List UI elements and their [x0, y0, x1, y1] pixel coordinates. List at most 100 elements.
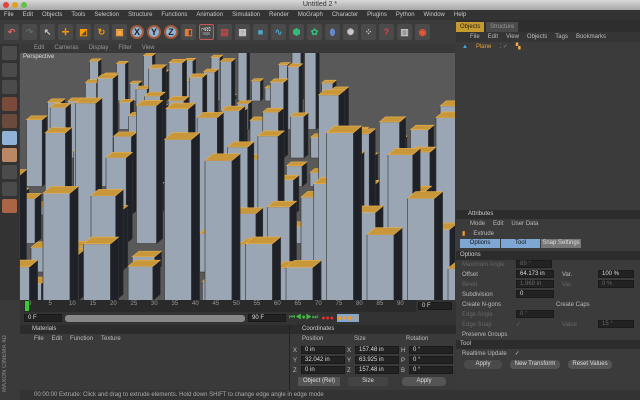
nurbs-icon[interactable]: ⬢: [289, 24, 304, 40]
model-mode-icon[interactable]: [2, 63, 17, 77]
objects-menu-bookmarks[interactable]: Bookmarks: [576, 32, 606, 42]
close-button[interactable]: [3, 2, 9, 8]
timeline[interactable]: 0 5 10 15 20 25 30 35 40 45 50 55 60 65 70 75 80 85 90 0 F…: [20, 300, 456, 325]
viewport-menu-edit[interactable]: Edit: [34, 44, 44, 53]
tab-tool[interactable]: Tool: [501, 239, 540, 248]
menu-objects[interactable]: Objects: [42, 10, 62, 20]
size-field[interactable]: 63.925 in: [355, 356, 399, 364]
position-field[interactable]: 0 in: [301, 366, 345, 374]
playback-controls[interactable]: ⏮◀●▶⏭: [289, 314, 318, 322]
object-icon[interactable]: ▣: [112, 24, 127, 40]
polygons-mode-icon[interactable]: [2, 131, 17, 145]
preserve-groups-checkbox[interactable]: Preserve Groups: [462, 330, 507, 340]
tweak-icon[interactable]: [2, 165, 17, 179]
menu-window[interactable]: Window: [424, 10, 445, 20]
scale-tool-icon[interactable]: ◩: [76, 24, 91, 40]
attributes-menu-user-data[interactable]: User Data: [511, 219, 538, 229]
menu-help[interactable]: Help: [454, 10, 466, 20]
menu-animation[interactable]: Animation: [196, 10, 223, 20]
zoom-button[interactable]: [21, 2, 27, 8]
offset-field[interactable]: 64.173 in: [516, 270, 554, 278]
materials-menu-edit[interactable]: Edit: [52, 334, 62, 344]
move-tool-icon[interactable]: ✛: [58, 24, 73, 40]
start-frame-field[interactable]: 0 F: [24, 314, 62, 322]
attributes-menu-edit[interactable]: Edit: [493, 219, 503, 229]
minimize-button[interactable]: [12, 2, 18, 8]
new-transform-button[interactable]: New Transform: [510, 360, 560, 369]
key-mode-icons[interactable]: ◆■◉◎: [337, 314, 359, 322]
edges-mode-icon[interactable]: [2, 114, 17, 128]
viewport-perspective[interactable]: Perspective: [20, 53, 455, 300]
snap-icon[interactable]: [2, 182, 17, 196]
objects-menu-tags[interactable]: Tags: [555, 32, 568, 42]
objects-menu-file[interactable]: File: [470, 32, 480, 42]
tag-icon[interactable]: ▚: [516, 42, 521, 52]
z-axis-toggle[interactable]: Z: [164, 25, 178, 39]
materials-menu-texture[interactable]: Texture: [101, 334, 121, 344]
create-caps-checkbox[interactable]: Create Caps: [556, 300, 590, 310]
record-keys-icon[interactable]: ●●●: [321, 315, 334, 322]
viewport-menu-display[interactable]: Display: [89, 44, 109, 53]
select-tool-icon[interactable]: ↖: [40, 24, 55, 40]
y-axis-toggle[interactable]: Y: [147, 25, 161, 39]
object-row-plane[interactable]: ▲ Plane ⁚ ✓ ▚: [456, 42, 640, 52]
undo-icon[interactable]: ↶: [4, 24, 19, 40]
rotation-field[interactable]: 0 °: [409, 346, 453, 354]
tab-structure[interactable]: Structure: [486, 22, 519, 32]
menu-character[interactable]: Character: [332, 10, 358, 20]
rotation-field[interactable]: 0 °: [409, 356, 453, 364]
materials-menu-file[interactable]: File: [34, 334, 44, 344]
menu-mograph[interactable]: MoGraph: [298, 10, 323, 20]
x-axis-toggle[interactable]: X: [130, 25, 144, 39]
render-picture-icon[interactable]: ▤: [217, 24, 232, 40]
menu-file[interactable]: File: [4, 10, 14, 20]
array-icon[interactable]: ✿: [307, 24, 322, 40]
make-editable-icon[interactable]: [2, 46, 17, 60]
var-field[interactable]: 100 %: [598, 270, 634, 278]
objects-menu-edit[interactable]: Edit: [488, 32, 498, 42]
redo-icon[interactable]: ↷: [22, 24, 37, 40]
interface-icon[interactable]: ◉: [415, 24, 430, 40]
menu-functions[interactable]: Functions: [161, 10, 187, 20]
position-field[interactable]: 32.042 in: [301, 356, 345, 364]
cube-icon[interactable]: ■: [253, 24, 268, 40]
layout-icon[interactable]: ▥: [397, 24, 412, 40]
axis-mode-icon[interactable]: [2, 148, 17, 162]
points-mode-icon[interactable]: [2, 97, 17, 111]
tab-objects[interactable]: Objects: [456, 22, 485, 32]
playhead[interactable]: [25, 301, 29, 311]
spline-icon[interactable]: ∿: [271, 24, 286, 40]
help-icon[interactable]: ?: [379, 24, 394, 40]
menu-edit[interactable]: Edit: [23, 10, 33, 20]
scene-icon[interactable]: ✺: [343, 24, 358, 40]
realtime-update-checkbox[interactable]: Realtime Update: [462, 349, 507, 359]
tab-snap-settings[interactable]: Snap Settings: [541, 239, 581, 248]
object-name[interactable]: Plane: [476, 42, 491, 52]
coordinates-apply-button[interactable]: Apply: [402, 377, 446, 386]
reset-values-button[interactable]: Reset Values: [568, 360, 612, 369]
menu-tools[interactable]: Tools: [71, 10, 85, 20]
coordinate-mode-select[interactable]: Object (Rel): [298, 377, 340, 386]
menu-render[interactable]: Render: [269, 10, 289, 20]
visibility-dots-icon[interactable]: ⁚ ✓: [499, 42, 508, 52]
current-frame-field[interactable]: 0 F: [418, 302, 452, 310]
menu-python[interactable]: Python: [396, 10, 415, 20]
objects-menu-objects[interactable]: Objects: [527, 32, 547, 42]
viewport-menu-view[interactable]: View: [142, 44, 155, 53]
objects-menu-view[interactable]: View: [506, 32, 519, 42]
create-ngons-checkbox[interactable]: Create N-gons: [462, 300, 548, 310]
render-settings-icon[interactable]: ▦: [235, 24, 250, 40]
size-field[interactable]: 157.48 in: [355, 346, 399, 354]
materials-menu-function[interactable]: Function: [70, 334, 93, 344]
frame-range-slider[interactable]: [65, 314, 245, 322]
rotation-field[interactable]: 0 °: [409, 366, 453, 374]
tab-options[interactable]: Options: [460, 239, 500, 248]
light-icon[interactable]: ⁘: [361, 24, 376, 40]
menu-plugins[interactable]: Plugins: [367, 10, 387, 20]
workplane-icon[interactable]: [2, 199, 17, 213]
position-field[interactable]: 0 in: [301, 346, 345, 354]
render-view-icon[interactable]: 🎬: [199, 24, 214, 40]
subdivision-field[interactable]: 0: [516, 290, 554, 298]
attributes-menu-mode[interactable]: Mode: [470, 219, 485, 229]
coordinate-system-icon[interactable]: ◧: [181, 24, 196, 40]
